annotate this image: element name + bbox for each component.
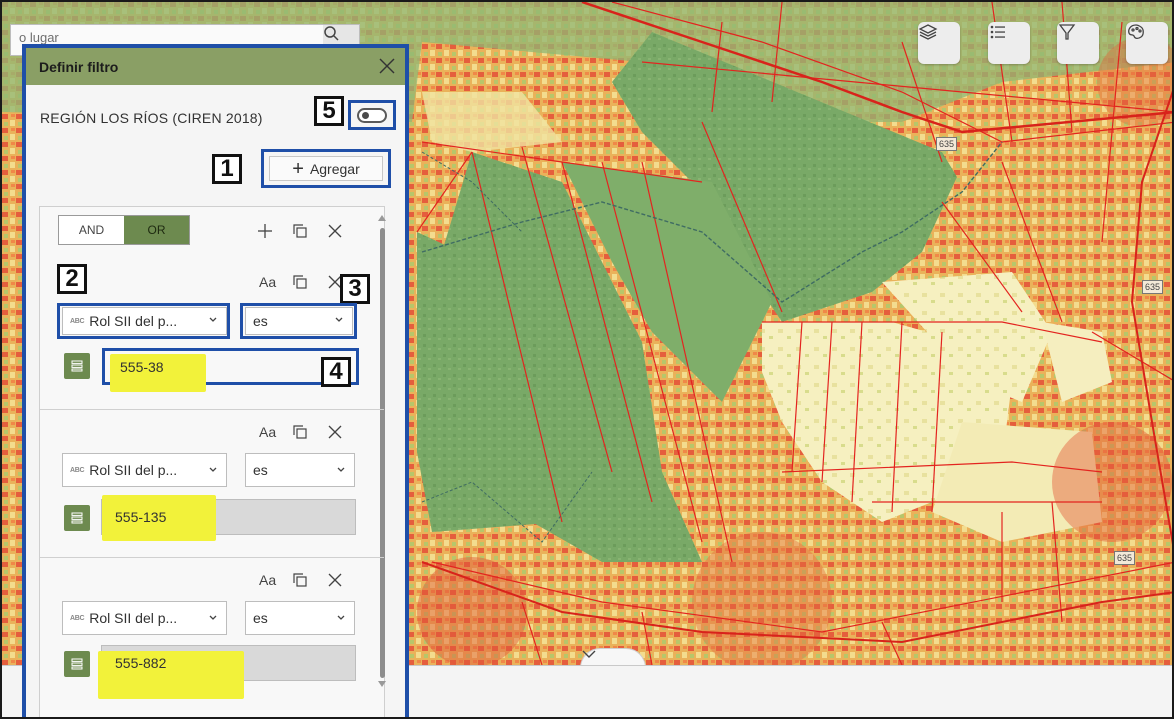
value-list-button[interactable] xyxy=(64,353,90,379)
scroll-thumb[interactable] xyxy=(380,228,385,678)
copy-clause-icon[interactable] xyxy=(290,570,310,590)
operator-select[interactable]: es xyxy=(245,307,353,335)
chevron-down-icon xyxy=(209,317,217,322)
map-search-placeholder: o lugar xyxy=(19,30,59,45)
chevron-down-icon xyxy=(337,467,345,472)
operator-select-value: es xyxy=(253,610,268,626)
add-clause-icon[interactable] xyxy=(255,221,275,241)
chevron-down-icon xyxy=(209,467,217,472)
operator-select-value: es xyxy=(253,313,268,329)
value-text: 555-882 xyxy=(115,655,167,671)
copy-clause-icon[interactable] xyxy=(290,272,310,292)
toggle-highlight-box xyxy=(348,100,396,130)
value-input[interactable]: 555-135 xyxy=(101,499,356,535)
case-sensitive-toggle[interactable]: Aa xyxy=(259,274,276,290)
value-input[interactable]: 555-38 xyxy=(106,352,356,382)
annotation-badge-2: 2 xyxy=(57,264,87,294)
field-select[interactable]: ABC Rol SII del p... xyxy=(62,601,227,635)
text-field-icon: ABC xyxy=(70,317,85,325)
field-select[interactable]: ABC Rol SII del p... xyxy=(62,453,227,487)
chevron-down-icon xyxy=(337,615,345,620)
legend-list-icon[interactable] xyxy=(988,22,1030,64)
plus-icon: + xyxy=(292,157,304,180)
chevron-down-icon xyxy=(582,650,596,658)
scroll-up-icon xyxy=(378,215,386,221)
scroll-down-icon xyxy=(378,681,386,687)
field-select-value: Rol SII del p... xyxy=(89,610,178,626)
filter-icon[interactable] xyxy=(1057,22,1099,64)
app-frame: 635 635 635 o lugar Definir filtro REGIÓ… xyxy=(0,0,1174,719)
operator-select[interactable]: es xyxy=(245,601,355,635)
filter-enable-toggle[interactable] xyxy=(357,107,387,123)
road-shield: 635 xyxy=(936,137,958,151)
delete-clause-icon[interactable] xyxy=(325,422,345,442)
and-option[interactable]: AND xyxy=(59,216,124,244)
value-input[interactable]: 555-882 xyxy=(101,645,356,681)
list-icon xyxy=(71,360,83,372)
text-field-icon: ABC xyxy=(70,466,85,474)
add-highlight-box: + Agregar xyxy=(261,149,391,188)
value-text: 555-38 xyxy=(120,359,164,375)
close-icon[interactable] xyxy=(377,56,397,76)
or-option[interactable]: OR xyxy=(124,216,189,244)
field-select-value: Rol SII del p... xyxy=(89,313,178,329)
case-sensitive-toggle[interactable]: Aa xyxy=(259,424,276,440)
road-shield: 635 xyxy=(1114,551,1136,565)
layers-icon[interactable] xyxy=(918,22,960,64)
value-text: 555-135 xyxy=(115,509,167,525)
chevron-down-icon xyxy=(335,317,343,322)
copy-clause-icon[interactable] xyxy=(290,422,310,442)
text-field-icon: ABC xyxy=(70,614,85,622)
delete-set-icon[interactable] xyxy=(325,221,345,241)
operator-select[interactable]: es xyxy=(245,453,355,487)
panel-header: Definir filtro xyxy=(26,48,405,85)
list-icon xyxy=(71,512,83,524)
value-list-button[interactable] xyxy=(64,651,90,677)
logic-toggle[interactable]: AND OR xyxy=(58,215,190,245)
layer-name: REGIÓN LOS RÍOS (CIREN 2018) xyxy=(40,110,263,126)
toggle-knob xyxy=(362,111,369,119)
collapse-panel-button[interactable] xyxy=(580,648,646,665)
value-list-button[interactable] xyxy=(64,505,90,531)
add-button[interactable]: + Agregar xyxy=(269,156,383,181)
field-select[interactable]: ABC Rol SII del p... xyxy=(62,307,227,335)
filter-panel: Definir filtro REGIÓN LOS RÍOS (CIREN 20… xyxy=(22,44,409,717)
clause-divider xyxy=(40,409,384,410)
operator-select-value: es xyxy=(253,462,268,478)
road-shield: 635 xyxy=(1142,280,1164,294)
annotation-badge-5: 5 xyxy=(314,96,344,126)
chevron-down-icon xyxy=(209,615,217,620)
scrollbar[interactable] xyxy=(377,214,387,687)
field-select-value: Rol SII del p... xyxy=(89,462,178,478)
clause-divider xyxy=(40,557,384,558)
basemap-palette-icon[interactable] xyxy=(1126,22,1168,64)
delete-clause-icon[interactable] xyxy=(325,570,345,590)
annotation-badge-3: 3 xyxy=(340,274,370,304)
annotation-badge-4: 4 xyxy=(321,357,351,387)
copy-set-icon[interactable] xyxy=(290,221,310,241)
case-sensitive-toggle[interactable]: Aa xyxy=(259,572,276,588)
add-button-label: Agregar xyxy=(309,160,360,177)
panel-title: Definir filtro xyxy=(39,58,119,75)
list-icon xyxy=(71,658,83,670)
annotation-badge-1: 1 xyxy=(212,154,242,184)
